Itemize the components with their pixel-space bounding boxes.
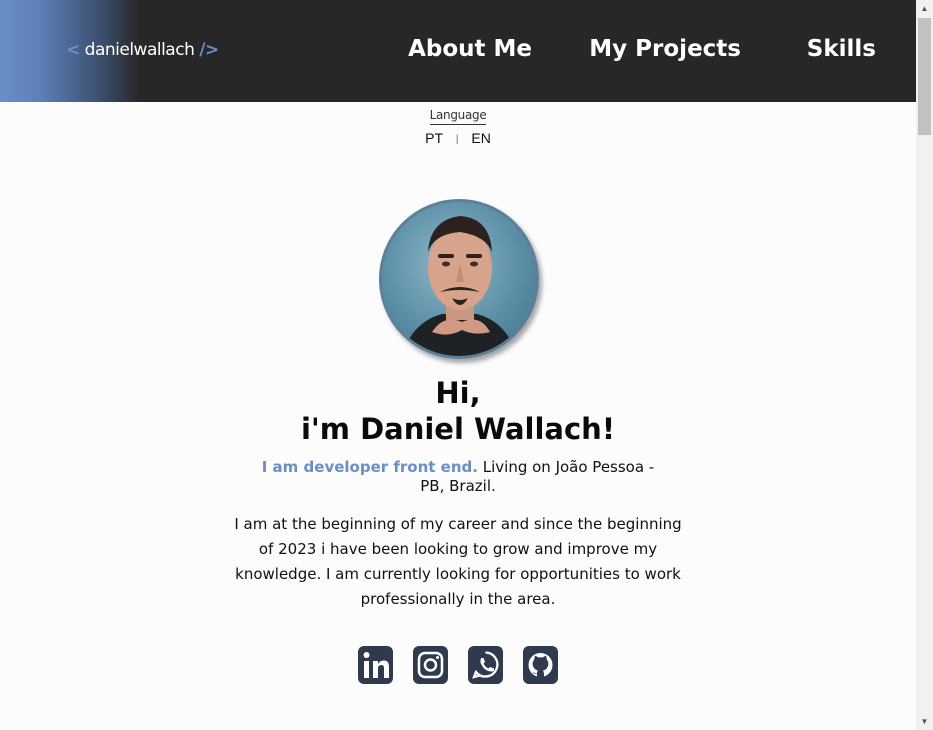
linkedin-link[interactable] (358, 646, 393, 684)
logo[interactable]: < danielwallach /> (66, 40, 219, 60)
instagram-icon (413, 646, 448, 684)
scroll-thumb[interactable] (918, 18, 931, 135)
language-switcher: Language PT | EN (0, 106, 916, 146)
language-title: Language (429, 108, 487, 125)
github-link[interactable] (523, 646, 558, 684)
scroll-up-arrow-icon[interactable]: ▲ (916, 0, 933, 17)
whatsapp-icon (468, 646, 503, 684)
social-links (0, 646, 916, 684)
logo-text: danielwallach (84, 40, 195, 60)
logo-close-bracket: /> (199, 40, 219, 60)
bio-paragraph: I am at the beginning of my career and s… (234, 515, 682, 608)
role-text: I am developer front end. (261, 458, 478, 476)
scrollbar[interactable]: ▲ ▼ (916, 0, 933, 730)
language-option-pt[interactable]: PT (425, 130, 443, 146)
avatar-portrait-icon (402, 216, 517, 356)
avatar (379, 199, 539, 359)
intro-subtitle: I am developer front end. Living on João… (250, 458, 666, 496)
language-separator: | (455, 134, 459, 145)
logo-open-bracket: < (66, 40, 80, 60)
nav-my-projects[interactable]: My Projects (589, 36, 741, 62)
nav-skills[interactable]: Skills (807, 36, 876, 62)
whatsapp-link[interactable] (468, 646, 503, 684)
name-heading: i'm Daniel Wallach! (300, 412, 616, 446)
instagram-link[interactable] (413, 646, 448, 684)
language-option-en[interactable]: EN (471, 130, 490, 146)
linkedin-icon (358, 646, 393, 684)
scroll-down-arrow-icon[interactable]: ▼ (916, 713, 933, 730)
nav-about-me[interactable]: About Me (408, 36, 532, 62)
github-icon (523, 646, 558, 684)
greeting-heading: Hi, (435, 376, 481, 410)
site-header: < danielwallach /> About Me My Projects … (0, 0, 916, 102)
